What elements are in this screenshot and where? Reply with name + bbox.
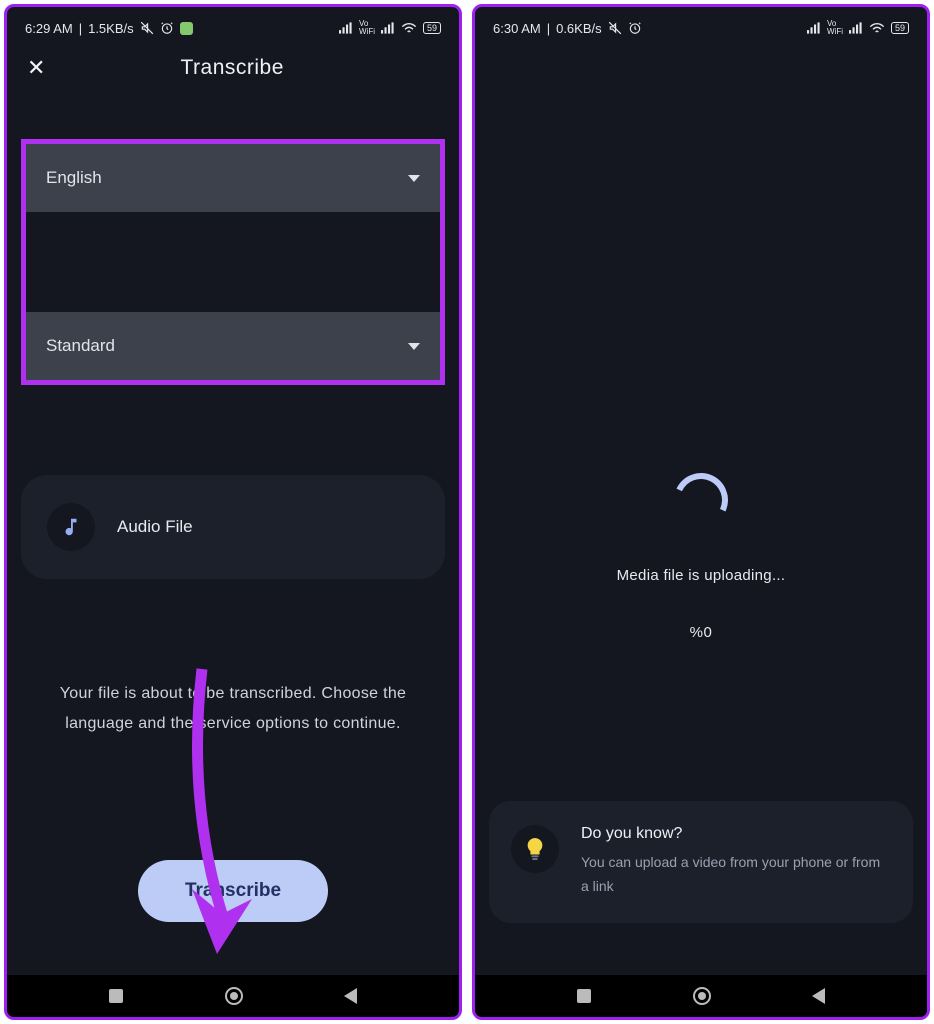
status-left: 6:29 AM | 1.5KB/s [25,21,193,36]
wifi-icon [869,22,885,34]
vowifi-icon: VoWiFi [827,20,843,36]
back-button[interactable] [344,988,357,1004]
status-right: VoWiFi 59 [807,20,909,36]
lightbulb-icon [511,825,559,873]
help-text: Your file is about to be transcribed. Ch… [21,679,445,740]
tip-card: Do you know? You can upload a video from… [489,801,913,923]
language-dropdown-label: English [46,168,102,188]
battery-icon: 59 [891,22,909,34]
page-title: Transcribe [25,56,439,80]
signal-icon [339,22,353,34]
status-time: 6:30 AM [493,21,541,36]
signal-icon [807,22,821,34]
home-button[interactable] [693,987,711,1005]
music-note-icon [47,503,95,551]
transcribe-button-label: Transcribe [185,880,281,901]
highlight-annotation: English Standard [21,139,445,385]
upload-message: Media file is uploading... [617,567,786,584]
android-nav-bar [475,975,927,1017]
recents-button[interactable] [109,989,123,1003]
tip-body: You can upload a video from your phone o… [581,851,891,899]
recents-button[interactable] [577,989,591,1003]
vowifi-icon: VoWiFi [359,20,375,36]
chevron-down-icon [408,343,420,350]
battery-icon: 59 [423,22,441,34]
transcribe-button[interactable]: Transcribe [138,860,328,922]
language-dropdown[interactable]: English [26,144,440,212]
status-time: 6:29 AM [25,21,73,36]
status-network-speed: 1.5KB/s [88,21,134,36]
status-bar: 6:29 AM | 1.5KB/s VoWiFi 59 [7,13,459,43]
alarm-icon [160,21,174,35]
alarm-icon [628,21,642,35]
tip-title: Do you know? [581,825,891,843]
screenshot-left: 6:29 AM | 1.5KB/s VoWiFi 59 [4,4,462,1020]
upload-percent: %0 [690,624,713,641]
mute-icon [608,21,622,35]
status-left: 6:30 AM | 0.6KB/s [493,21,642,36]
content-area: English Standard Audio File Your file is… [7,89,459,975]
title-bar: ✕ Transcribe [7,43,459,89]
status-network-speed: 0.6KB/s [556,21,602,36]
mute-icon [140,21,154,35]
android-nav-bar [7,975,459,1017]
upload-progress: Media file is uploading... %0 [489,473,913,641]
status-right: VoWiFi 59 [339,20,441,36]
chevron-down-icon [408,175,420,182]
home-button[interactable] [225,987,243,1005]
file-label: Audio File [117,517,193,537]
spinner-icon [666,465,735,534]
service-dropdown-label: Standard [46,336,115,356]
signal-icon-2 [849,22,863,34]
service-dropdown[interactable]: Standard [26,312,440,380]
wifi-icon [401,22,417,34]
screenshot-right: 6:30 AM | 0.6KB/s VoWiFi 59 [472,4,930,1020]
signal-icon-2 [381,22,395,34]
content-area: Media file is uploading... %0 Do you kno… [475,43,927,975]
app-badge-icon [180,22,193,35]
status-bar: 6:30 AM | 0.6KB/s VoWiFi 59 [475,13,927,43]
file-card[interactable]: Audio File [21,475,445,579]
tip-content: Do you know? You can upload a video from… [581,825,891,899]
back-button[interactable] [812,988,825,1004]
